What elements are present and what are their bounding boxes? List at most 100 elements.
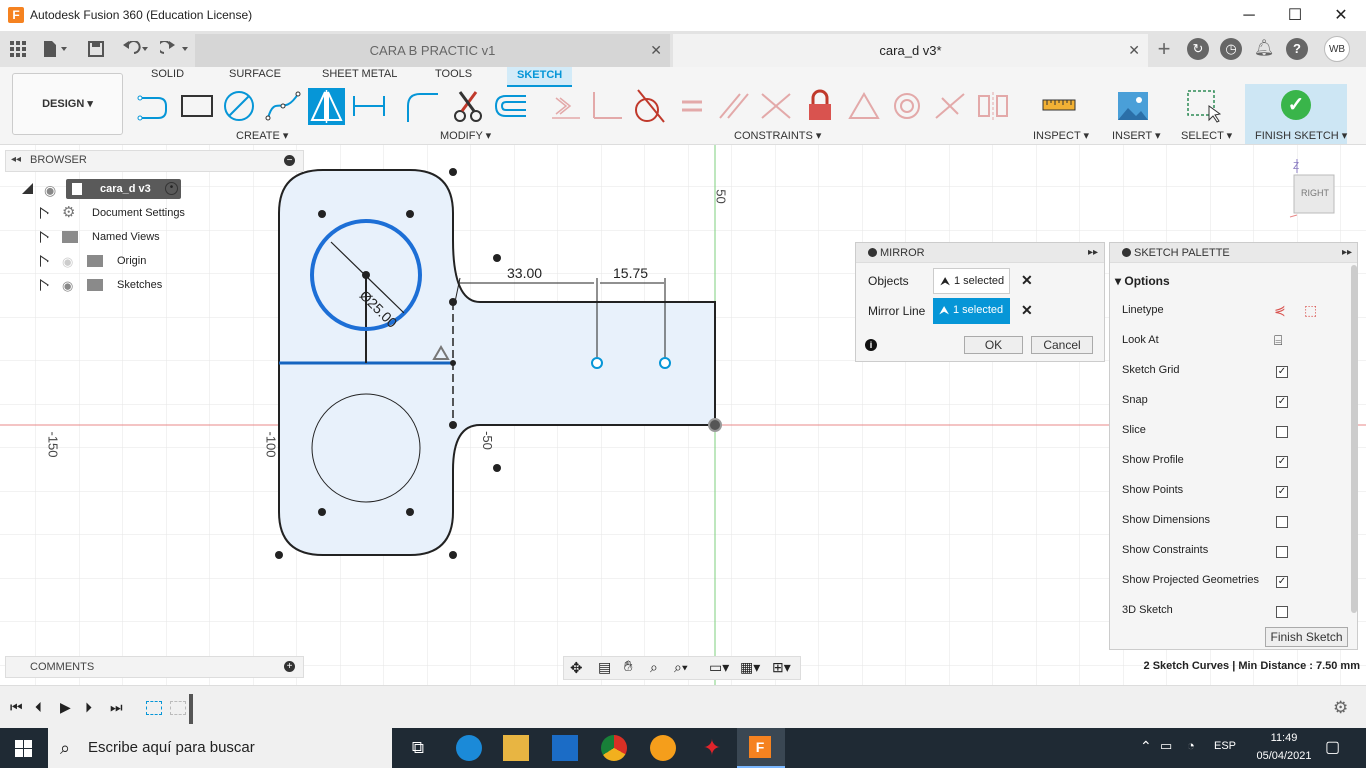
group-create[interactable]: CREATE ▾ (236, 129, 288, 142)
timeline-settings-gear-icon[interactable]: ⚙ (1333, 698, 1348, 718)
clock-date[interactable]: 05/04/2021 (1249, 750, 1319, 762)
finish-sketch-button[interactable]: Finish Sketch (1265, 627, 1348, 647)
checkbox[interactable] (1276, 546, 1288, 558)
mirror-line-selection-field[interactable]: ⮝ 1 selected (933, 298, 1010, 324)
step-back-icon[interactable]: ⏴ (35, 699, 42, 716)
red-app-icon[interactable]: ✦ (699, 735, 725, 761)
info-icon[interactable]: i (865, 339, 877, 351)
document-tab-cara-b[interactable]: CARA B PRACTIC v1 ✕ (195, 34, 670, 67)
equal-constraint-icon[interactable] (674, 88, 710, 124)
store-icon[interactable] (552, 735, 578, 761)
browser-item-sketches[interactable]: ◉ Sketches (40, 275, 170, 295)
file-menu-icon[interactable] (40, 37, 70, 61)
checkbox[interactable]: ✓ (1276, 456, 1288, 468)
viewports-icon[interactable]: ⊞▾ (772, 659, 791, 676)
document-tab-cara-d[interactable]: cara_d v3* ✕ (673, 34, 1148, 67)
circle-tool-icon[interactable] (221, 88, 257, 124)
checkbox[interactable]: ✓ (1276, 366, 1288, 378)
options-section[interactable]: ▾ Options (1115, 274, 1170, 288)
clear-objects-icon[interactable]: ✕ (1021, 272, 1033, 289)
redo-icon[interactable] (157, 37, 192, 61)
sketch-palette-header[interactable]: SKETCH PALETTE ▸▸ (1110, 243, 1357, 263)
battery-icon[interactable]: ▭ (1160, 738, 1172, 754)
minimize-button[interactable]: ─ (1226, 0, 1272, 31)
construction-linetype-icon[interactable]: ⋞ (1274, 302, 1286, 319)
grid-settings-icon[interactable]: ▦▾ (740, 659, 760, 676)
browser-item-named-views[interactable]: Named Views (40, 227, 170, 247)
task-view-icon[interactable]: ⧉ (405, 735, 431, 761)
maximize-button[interactable]: ☐ (1272, 0, 1318, 31)
taskbar-search-box[interactable]: ⌕ Escribe aquí para buscar (48, 728, 392, 768)
new-tab-icon[interactable]: + (1152, 37, 1176, 61)
objects-selection-field[interactable]: ⮝ 1 selected (933, 268, 1010, 294)
centerline-linetype-icon[interactable]: ⬚ (1304, 302, 1317, 319)
collinear-constraint-icon[interactable] (758, 88, 794, 124)
wifi-icon[interactable]: ◔ (1187, 738, 1195, 753)
tab-surface[interactable]: SURFACE (229, 68, 281, 86)
hidden-eye-icon[interactable]: ◉ (62, 252, 73, 272)
collapse-icon[interactable]: ◂◂ (11, 154, 21, 165)
look-at-icon[interactable]: ▤ (598, 659, 611, 676)
brave-browser-icon[interactable] (650, 735, 676, 761)
close-tab-icon[interactable]: ✕ (650, 34, 662, 67)
tab-sheet-metal[interactable]: SHEET METAL (322, 68, 397, 86)
apps-grid-icon[interactable] (8, 37, 28, 61)
symmetry-constraint-icon[interactable] (975, 88, 1011, 124)
workspace-design-button[interactable]: DESIGN ▾ (12, 73, 123, 135)
orbit-icon[interactable]: ✥ (570, 659, 583, 677)
dimension-33[interactable]: 33.00 (507, 265, 542, 281)
mirror-dialog-header[interactable]: MIRROR ▸▸ (856, 243, 1104, 263)
select-tool-icon[interactable] (1185, 88, 1221, 124)
comments-panel-header[interactable]: COMMENTS + (5, 656, 304, 678)
file-explorer-icon[interactable] (503, 735, 529, 761)
insert-image-icon[interactable] (1115, 88, 1151, 124)
browser-header[interactable]: ◂◂ BROWSER − (5, 150, 304, 172)
close-button[interactable]: ✕ (1318, 0, 1364, 31)
clock-time[interactable]: 11:49 (1262, 732, 1306, 744)
checkbox[interactable] (1276, 516, 1288, 528)
ok-button[interactable]: OK (964, 336, 1023, 354)
dialog-minimize-icon[interactable] (868, 248, 877, 257)
extensions-icon[interactable]: ↻ (1187, 38, 1209, 60)
mirror-tool-icon[interactable] (308, 88, 345, 125)
cancel-button[interactable]: Cancel (1031, 336, 1093, 354)
browser-item-origin[interactable]: ◉ Origin (40, 251, 155, 271)
expand-dialog-icon[interactable]: ▸▸ (1088, 243, 1098, 263)
viewcube-face-right[interactable]: RIGHT (1301, 188, 1329, 198)
fit-window-icon[interactable]: ⌕▾ (674, 659, 688, 676)
group-insert[interactable]: INSERT ▾ (1112, 129, 1161, 142)
display-settings-icon[interactable]: ▭▾ (709, 659, 729, 676)
group-select[interactable]: SELECT ▾ (1181, 129, 1232, 142)
perpendicular-constraint-icon[interactable] (590, 88, 626, 124)
checkbox[interactable]: ✓ (1276, 576, 1288, 588)
group-inspect[interactable]: INSPECT ▾ (1033, 129, 1089, 142)
finish-sketch-check-icon[interactable]: ✓ (1281, 90, 1311, 120)
help-icon[interactable]: ? (1286, 38, 1308, 60)
spline-tool-icon[interactable] (265, 88, 301, 124)
windows-start-icon[interactable] (15, 740, 32, 757)
job-status-icon[interactable]: ◷ (1220, 38, 1242, 60)
line-tool-icon[interactable] (136, 88, 172, 124)
play-icon[interactable]: ▶ (60, 699, 71, 716)
timeline-marker[interactable] (189, 694, 193, 724)
checkbox[interactable] (1276, 606, 1288, 618)
rectangle-tool-icon[interactable] (179, 88, 215, 124)
fillet-tool-icon[interactable] (404, 88, 440, 124)
group-modify[interactable]: MODIFY ▾ (440, 129, 491, 142)
visibility-eye-icon[interactable]: ◉ (62, 276, 73, 296)
look-at-icon[interactable]: ⌸ (1274, 332, 1282, 349)
checkbox[interactable] (1276, 426, 1288, 438)
fusion-taskbar-button[interactable]: F (737, 728, 785, 768)
group-finish-sketch[interactable]: FINISH SKETCH ▾ (1255, 129, 1347, 142)
go-to-end-icon[interactable]: ⏭ (110, 699, 123, 716)
user-avatar[interactable]: WB (1324, 36, 1350, 62)
dimension-tool-icon[interactable] (351, 88, 387, 124)
comments-add-icon[interactable]: + (284, 661, 295, 672)
tangent-constraint-icon[interactable] (630, 88, 666, 124)
pan-hand-icon[interactable]: ✋︎ (624, 658, 633, 675)
horizontal-constraint-icon[interactable] (548, 88, 584, 124)
coincident-constraint-icon[interactable] (932, 88, 968, 124)
undo-icon[interactable] (118, 37, 152, 61)
trim-tool-icon[interactable] (450, 88, 486, 124)
parallel-constraint-icon[interactable] (716, 88, 752, 124)
